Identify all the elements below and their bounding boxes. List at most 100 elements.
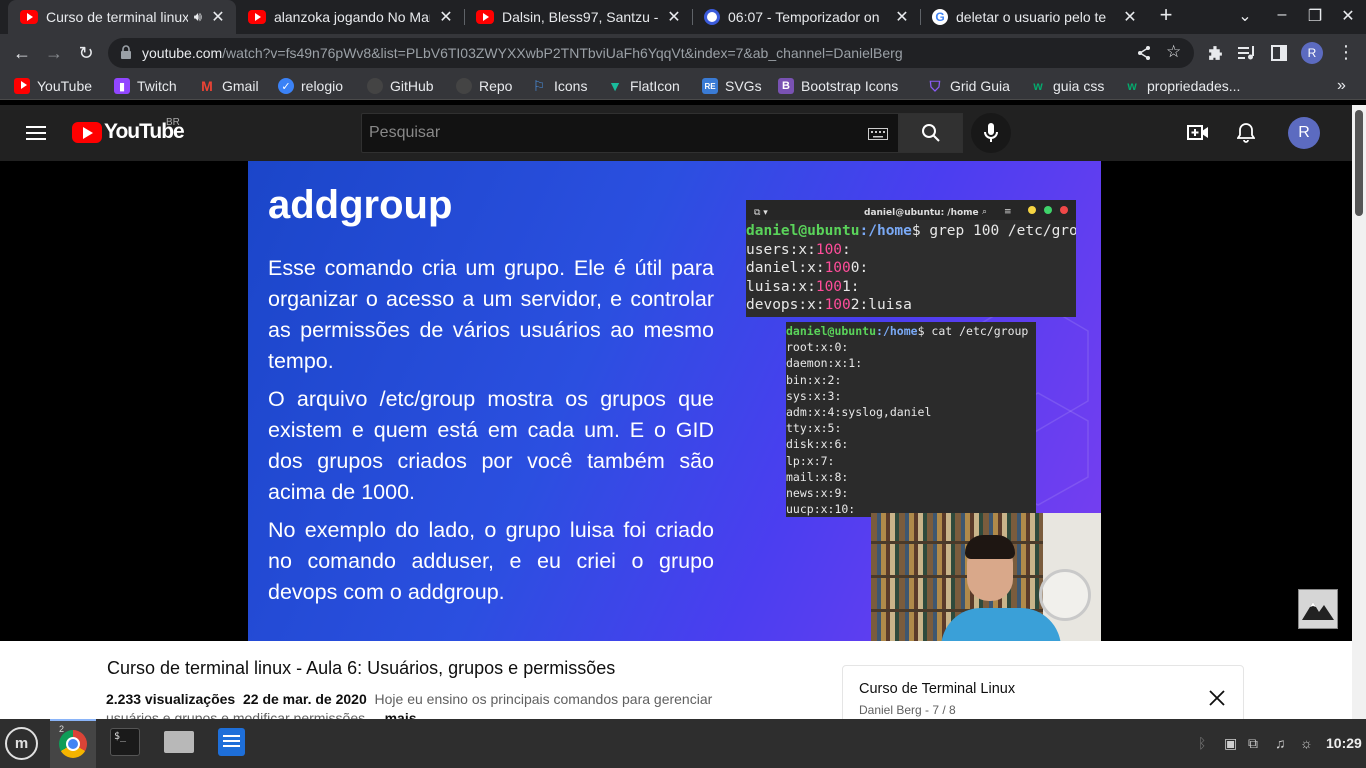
w3-icon: w bbox=[1127, 79, 1137, 93]
video-player[interactable]: addgroup Esse comando cria um grupo. Ele… bbox=[0, 161, 1352, 641]
bookmark-youtube[interactable]: YouTube bbox=[14, 77, 92, 95]
playlist-subtitle: Daniel Berg - 7 / 8 bbox=[859, 703, 956, 717]
minimize-icon[interactable]: – bbox=[1270, 6, 1294, 24]
playlist-title[interactable]: Curso de Terminal Linux bbox=[859, 681, 1015, 697]
bookmark-bootstrap-icons[interactable]: B Bootstrap Icons bbox=[778, 77, 898, 95]
bookmark-icons[interactable]: ⚐ Icons bbox=[531, 77, 588, 95]
mountain-logo-icon bbox=[1302, 602, 1334, 620]
bookmark-flaticon[interactable]: ▼ FlatIcon bbox=[607, 77, 680, 95]
reload-icon[interactable]: ↻ bbox=[73, 41, 99, 65]
bookmark-guia-css[interactable]: w guia css bbox=[1030, 77, 1104, 95]
bookmarks-bar: YouTube ▮ Twitch M Gmail ✓ relogio GitHub R… bbox=[0, 72, 1366, 100]
close-tab-icon[interactable]: ✕ bbox=[666, 7, 682, 27]
scrollbar-thumb[interactable] bbox=[1355, 110, 1363, 216]
youtube-logo-icon[interactable] bbox=[72, 122, 102, 143]
youtube-avatar[interactable]: R bbox=[1288, 117, 1320, 149]
tab-curso-terminal[interactable]: Curso de terminal linux 🔊︎ ✕ bbox=[8, 0, 236, 34]
video-description: Hoje eu ensino os principais comandos pa… bbox=[374, 691, 713, 707]
search-icon bbox=[922, 124, 940, 142]
youtube-icon bbox=[14, 78, 30, 94]
bookmarks-overflow-icon[interactable]: » bbox=[1337, 77, 1346, 95]
hamburger-menu-icon[interactable] bbox=[26, 125, 46, 141]
close-window-icon[interactable]: ✕ bbox=[1336, 6, 1360, 26]
notifications-bell-icon[interactable] bbox=[1237, 122, 1255, 143]
forward-icon[interactable]: → bbox=[41, 41, 67, 65]
lock-icon[interactable] bbox=[120, 45, 132, 59]
media-control-icon[interactable] bbox=[1238, 46, 1256, 60]
side-panel-icon[interactable] bbox=[1271, 45, 1287, 61]
show-more-link[interactable]: mais bbox=[385, 710, 417, 719]
tab-title: Dalsin, Bless97, Santzu - bbox=[502, 9, 658, 25]
sound-icon[interactable]: ♫ bbox=[1275, 735, 1286, 751]
terminal-grep-screenshot: ⧉ ▾ daniel@ubuntu: /home ⌕ ≡ daniel@ubun… bbox=[746, 200, 1076, 317]
clipboard-icon[interactable]: ▣ bbox=[1224, 735, 1237, 752]
extensions-icon[interactable] bbox=[1207, 45, 1224, 62]
tab-title: 06:07 - Temporizador on bbox=[728, 9, 880, 25]
tab-dalsin[interactable]: Dalsin, Bless97, Santzu - ✕ bbox=[464, 0, 692, 34]
gmail-icon: M bbox=[201, 78, 213, 94]
new-tab-button[interactable]: + bbox=[1154, 2, 1178, 28]
linux-mint-menu-icon[interactable]: m bbox=[5, 727, 38, 760]
close-playlist-icon[interactable] bbox=[1209, 690, 1225, 706]
profile-avatar[interactable]: R bbox=[1301, 42, 1323, 64]
shield-icon: ⛉ bbox=[929, 77, 941, 94]
search-button[interactable] bbox=[899, 113, 963, 153]
bookmark-repo[interactable]: Repo bbox=[456, 77, 512, 95]
minimize-dot-icon bbox=[1028, 206, 1036, 214]
tab-alanzoka[interactable]: alanzoka jogando No Man's Sky ✕ bbox=[236, 0, 464, 34]
bookmark-twitch[interactable]: ▮ Twitch bbox=[114, 77, 177, 95]
voice-search-button[interactable] bbox=[971, 113, 1011, 153]
network-icon[interactable]: ⧉ bbox=[1248, 735, 1258, 752]
bookmark-svgs[interactable]: RE SVGs bbox=[702, 77, 762, 95]
bookmark-gmail[interactable]: M Gmail bbox=[199, 77, 258, 95]
share-icon[interactable] bbox=[1136, 45, 1152, 61]
bookmark-propriedades[interactable]: w propriedades... bbox=[1124, 77, 1240, 95]
channel-watermark[interactable] bbox=[1298, 589, 1338, 629]
youtube-icon bbox=[20, 10, 38, 24]
terminal-title: daniel@ubuntu: /home bbox=[864, 208, 979, 218]
close-tab-icon[interactable]: ✕ bbox=[438, 7, 454, 27]
maximize-dot-icon bbox=[1044, 206, 1052, 214]
create-video-icon[interactable] bbox=[1187, 124, 1209, 141]
bluetooth-icon[interactable]: ᛒ bbox=[1198, 735, 1206, 751]
webcam-overlay bbox=[871, 513, 1101, 641]
region-label: BR bbox=[166, 117, 180, 128]
close-tab-icon[interactable]: ✕ bbox=[210, 7, 226, 27]
text-editor-icon[interactable] bbox=[218, 728, 245, 756]
close-tab-icon[interactable]: ✕ bbox=[894, 7, 910, 27]
bookmark-relogio[interactable]: ✓ relogio bbox=[278, 77, 343, 95]
tab-strip: Curso de terminal linux 🔊︎ ✕ alanzoka jo… bbox=[0, 0, 1366, 34]
bookmark-github[interactable]: GitHub bbox=[367, 77, 434, 95]
back-icon[interactable]: ← bbox=[9, 41, 35, 65]
fan-icon bbox=[1039, 569, 1091, 621]
tab-deletar-usuario[interactable]: G deletar o usuario pelo te ✕ bbox=[920, 0, 1148, 34]
clock[interactable]: 10:29 bbox=[1326, 735, 1362, 751]
terminal-icon[interactable]: $_ bbox=[110, 728, 140, 756]
more-menu-icon[interactable]: ⋮ bbox=[1337, 42, 1355, 63]
keyboard-icon[interactable] bbox=[868, 128, 888, 140]
brightness-icon[interactable]: ☼ bbox=[1300, 735, 1313, 751]
tab-temporizador[interactable]: 06:07 - Temporizador on ✕ bbox=[692, 0, 920, 34]
slide-paragraph-1: Esse comando cria um grupo. Ele é útil p… bbox=[268, 256, 714, 373]
close-tab-icon[interactable]: ✕ bbox=[1122, 7, 1138, 27]
search-input[interactable]: Pesquisar bbox=[361, 113, 899, 153]
bookmark-grid-guia[interactable]: ⛉ Grid Guia bbox=[927, 77, 1010, 95]
folder-icon[interactable] bbox=[164, 731, 194, 753]
maximize-icon[interactable]: ❐ bbox=[1303, 6, 1327, 26]
playlist-panel: Curso de Terminal Linux Daniel Berg - 7 … bbox=[842, 665, 1244, 719]
upload-date: 22 de mar. de 2020 bbox=[242, 691, 367, 707]
video-meta: 2.233 visualizações 22 de mar. de 2020 H… bbox=[106, 691, 712, 707]
bookmark-star-icon[interactable]: ☆ bbox=[1166, 42, 1181, 62]
tab-title: alanzoka jogando No Man's Sky bbox=[274, 9, 430, 25]
taskbar-chrome[interactable]: 2 bbox=[50, 719, 96, 768]
clock-icon: ✓ bbox=[278, 78, 294, 94]
tab-search-icon[interactable]: ⌄ bbox=[1233, 6, 1257, 26]
flag-icon: ⚐ bbox=[532, 77, 546, 94]
speaker-icon[interactable]: 🔊︎ bbox=[194, 9, 202, 25]
tab-title: Curso de terminal linux bbox=[46, 9, 188, 25]
taskbar: m 2 $_ ᛒ ▣ ⧉ ♫ ☼ 10:29 bbox=[0, 719, 1366, 768]
timer-icon bbox=[704, 9, 720, 25]
video-description-line-2: usuários e grupos e modificar permissões… bbox=[106, 710, 417, 719]
address-bar[interactable]: youtube.com/watch?v=fs49n76pWv8&list=PLb… bbox=[108, 38, 1194, 68]
slide-title: addgroup bbox=[268, 183, 453, 227]
